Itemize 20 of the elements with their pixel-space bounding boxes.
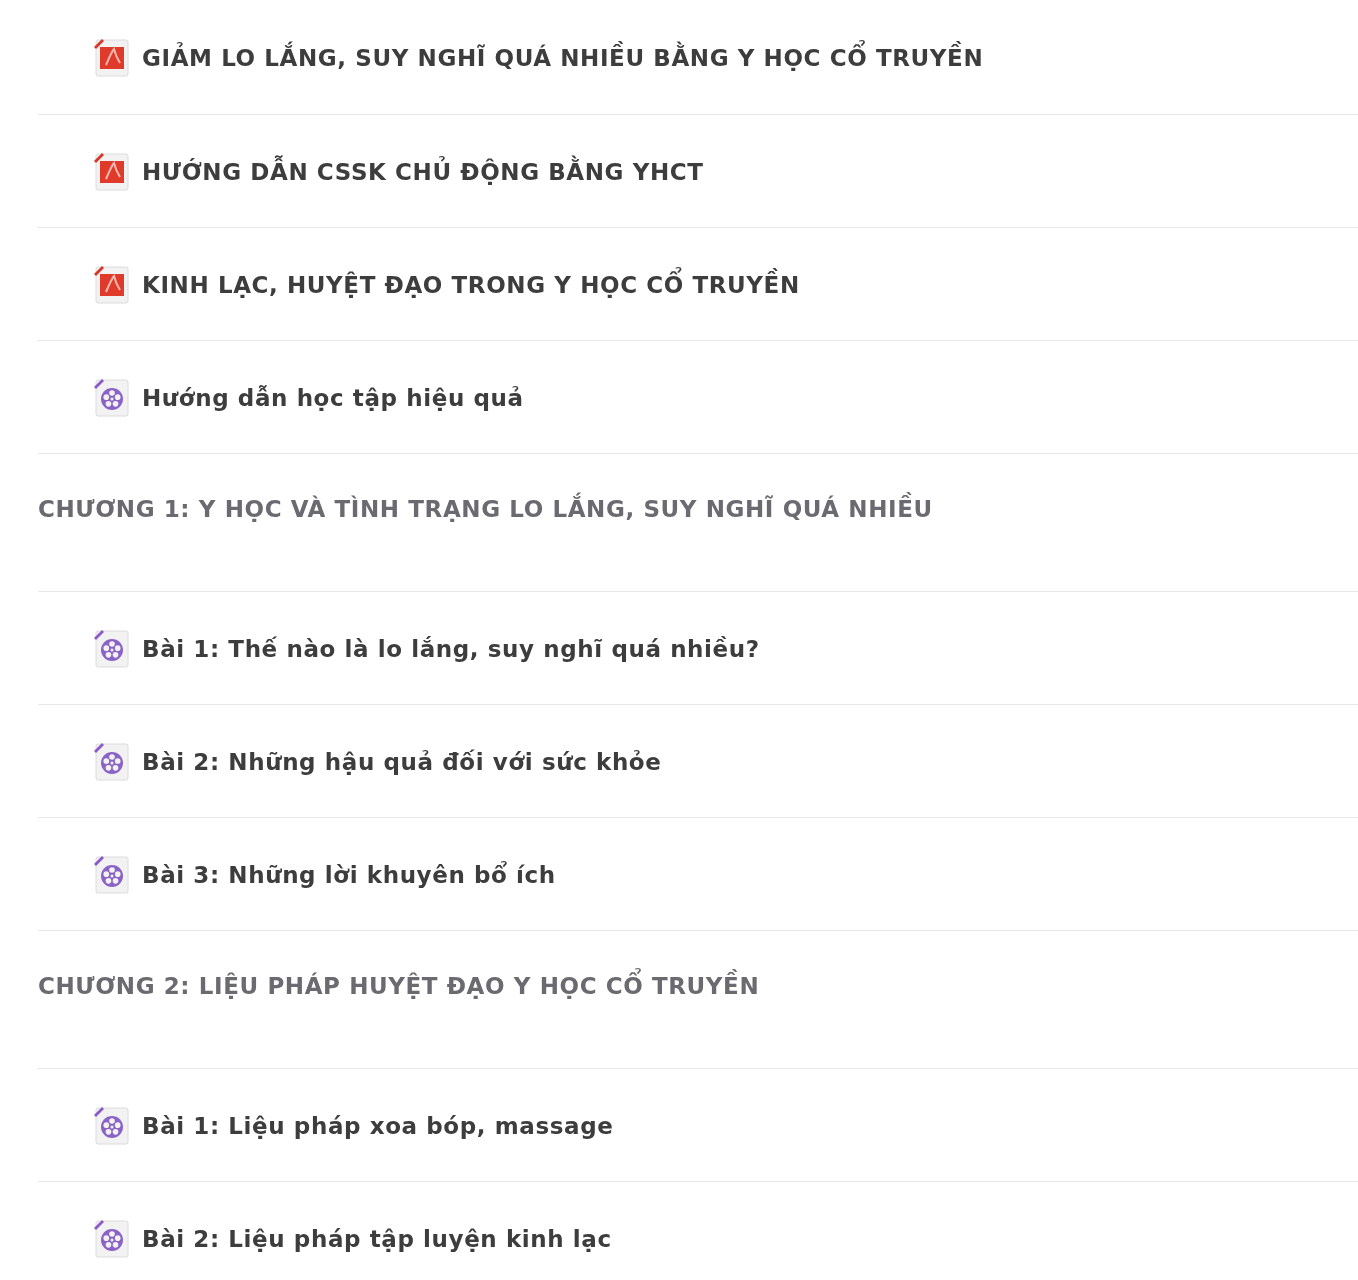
film-reel-icon[interactable] — [92, 1218, 130, 1258]
film-reel-icon[interactable] — [92, 854, 130, 894]
lesson-link[interactable]: Bài 2: Những hậu quả đối với sức khỏe — [142, 739, 662, 783]
film-reel-icon[interactable] — [92, 1105, 130, 1145]
film-reel-icon[interactable] — [92, 741, 130, 781]
lesson-link[interactable]: Hướng dẫn học tập hiệu quả — [142, 375, 524, 419]
film-reel-icon[interactable] — [92, 628, 130, 668]
pdf-file-icon[interactable] — [92, 264, 130, 304]
lesson-link[interactable]: Bài 1: Thế nào là lo lắng, suy nghĩ quá nhiều? — [142, 626, 760, 670]
film-reel-icon[interactable] — [92, 377, 130, 417]
pdf-file-icon[interactable] — [92, 37, 130, 77]
lesson-link[interactable]: Bài 2: Liệu pháp tập luyện kinh lạc — [142, 1216, 612, 1260]
lesson-link[interactable]: GIẢM LO LẮNG, SUY NGHĨ QUÁ NHIỀU BẰNG Y HỌC CỔ TRUYỀN — [142, 35, 984, 79]
lesson-link[interactable]: HƯỚNG DẪN CSSK CHỦ ĐỘNG BẰNG YHCT — [142, 149, 704, 193]
lesson-link[interactable]: Bài 1: Liệu pháp xoa bóp, massage — [142, 1103, 614, 1147]
lesson-link[interactable]: KINH LẠC, HUYỆT ĐẠO TRONG Y HỌC CỔ TRUYỀN — [142, 262, 800, 306]
lesson-link[interactable]: Bài 3: Những lời khuyên bổ ích — [142, 852, 556, 896]
pdf-file-icon[interactable] — [92, 151, 130, 191]
section-heading: CHƯƠNG 1: Y HỌC VÀ TÌNH TRẠNG LO LẮNG, SUY NGHĨ QUÁ NHIỀU — [38, 486, 933, 530]
section-heading: CHƯƠNG 2: LIỆU PHÁP HUYỆT ĐẠO Y HỌC CỔ TRUYỀN — [38, 963, 760, 1007]
